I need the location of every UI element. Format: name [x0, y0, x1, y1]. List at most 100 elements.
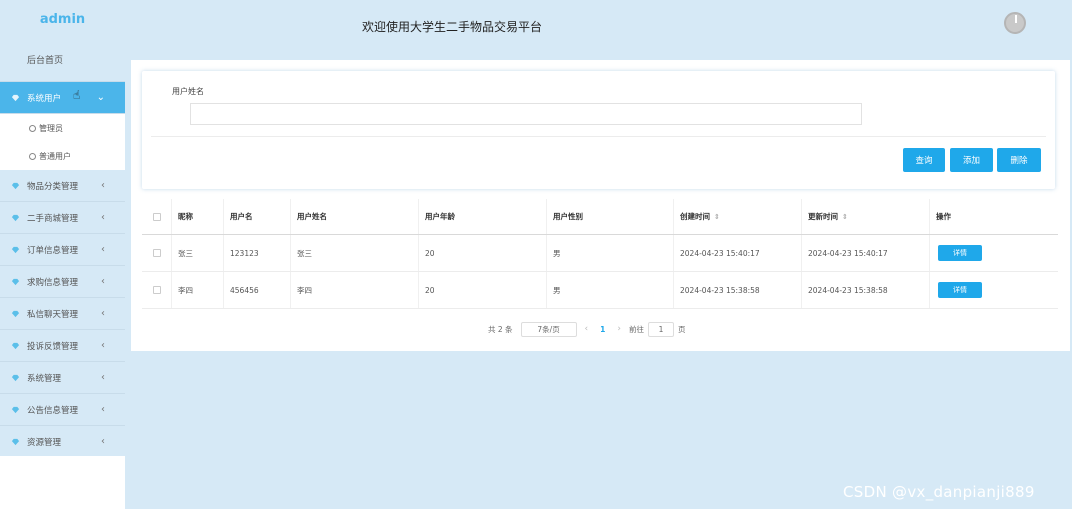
select-cell	[142, 272, 172, 308]
header-gender: 用户性别	[547, 199, 674, 234]
sidebar-item-label: 系统用户	[27, 93, 62, 104]
delete-button[interactable]: 删除	[997, 148, 1041, 172]
chevron-left-icon: ‹	[101, 212, 105, 223]
query-button[interactable]: 查询	[903, 148, 945, 172]
pagination: 共 2 条 7条/页 ‹ 1 › 前往 1 页	[488, 321, 685, 337]
cell-action: 详情	[930, 272, 1058, 308]
header-created[interactable]: 创建时间 ⇕	[674, 199, 802, 234]
sidebar-item-mall[interactable]: 二手商城管理 ‹	[0, 202, 125, 234]
chevron-left-icon: ‹	[101, 276, 105, 287]
add-button[interactable]: 添加	[950, 148, 993, 172]
header-age: 用户年龄	[419, 199, 547, 234]
row-checkbox[interactable]	[152, 286, 161, 294]
cell-updated: 2024-04-23 15:40:17	[802, 235, 930, 271]
chevron-left-icon: ‹	[101, 244, 105, 255]
sidebar-item-notice[interactable]: 公告信息管理 ‹	[0, 394, 125, 426]
sort-icon[interactable]: ⇕	[714, 213, 720, 221]
cell-realname: 李四	[291, 272, 419, 308]
sidebar-menu: 系统用户 ⌄ 管理员 普通用户 物品分类管理 ‹ 二手商城管理 ‹ 订单信息管理	[0, 82, 125, 458]
chevron-left-icon: ‹	[101, 340, 105, 351]
header-action: 操作	[936, 212, 951, 221]
submenu-item-normal-user[interactable]: 普通用户	[0, 142, 125, 170]
sort-icon[interactable]: ⇕	[842, 213, 848, 221]
page-title: 欢迎使用大学生二手物品交易平台	[362, 20, 543, 34]
row-checkbox[interactable]	[152, 249, 161, 257]
gem-icon	[11, 182, 20, 189]
chevron-down-icon: ⌄	[96, 92, 105, 103]
pager-goto-label: 前往	[628, 324, 644, 334]
sidebar-item-chat[interactable]: 私信聊天管理 ‹	[0, 298, 125, 330]
avatar[interactable]	[1004, 12, 1026, 34]
sidebar-item-label: 求购信息管理	[27, 277, 79, 288]
cell-realname: 张三	[291, 235, 419, 271]
sidebar-item-label: 资源管理	[27, 437, 62, 448]
sidebar-item-label: 公告信息管理	[27, 405, 79, 416]
search-card: 用户姓名 查询 添加 删除	[142, 71, 1055, 189]
cell-updated: 2024-04-23 15:38:58	[802, 272, 930, 308]
gem-icon	[11, 438, 20, 445]
cell-username: 456456	[224, 272, 291, 308]
pager-page-unit: 页	[677, 324, 686, 334]
sidebar-item-home[interactable]: 后台首页	[0, 38, 125, 82]
pager-total: 共 2 条	[488, 324, 513, 334]
table-row: 张三 123123 张三 20 男 2024-04-23 15:40:17 20…	[142, 235, 1058, 272]
header-nickname: 昵称	[172, 199, 224, 234]
user-table: 昵称 用户名 用户姓名 用户年龄 用户性别 创建时间 ⇕ 更新时间 ⇕ 操作 张三 …	[142, 199, 1058, 309]
page-jump-input[interactable]: 1	[647, 321, 674, 337]
sidebar-item-orders[interactable]: 订单信息管理 ‹	[0, 234, 125, 266]
search-input[interactable]	[190, 103, 862, 125]
select-all-cell	[142, 199, 172, 234]
brand-title: admin	[39, 11, 86, 27]
cell-age: 20	[419, 235, 547, 271]
sidebar-item-system[interactable]: 系统管理 ‹	[0, 362, 125, 394]
clock-icon	[29, 152, 36, 160]
select-cell	[142, 235, 172, 271]
gem-icon	[11, 278, 20, 285]
sidebar-item-wanted[interactable]: 求购信息管理 ‹	[0, 266, 125, 298]
cell-gender: 男	[547, 235, 674, 271]
gem-icon	[11, 246, 20, 253]
header-label: 创建时间	[680, 212, 710, 221]
next-page-icon[interactable]: ›	[617, 324, 621, 334]
gem-icon	[11, 94, 20, 101]
sidebar-item-system-users[interactable]: 系统用户 ⌄	[0, 82, 125, 114]
gem-icon	[11, 406, 20, 413]
cell-action: 详情	[930, 235, 1058, 271]
submenu-item-label: 普通用户	[39, 151, 71, 161]
header-updated[interactable]: 更新时间 ⇕	[802, 199, 930, 234]
cell-created: 2024-04-23 15:38:58	[674, 272, 802, 308]
cell-gender: 男	[547, 272, 674, 308]
sidebar-item-resources[interactable]: 资源管理 ‹	[0, 426, 125, 458]
page-size-select[interactable]: 7条/页	[520, 321, 577, 337]
main-panel: 用户姓名 查询 添加 删除 昵称 用户名 用户姓名 用户年龄 用户性别 创建时间…	[131, 60, 1070, 351]
sidebar-item-label: 物品分类管理	[27, 181, 79, 192]
cell-created: 2024-04-23 15:40:17	[674, 235, 802, 271]
cell-age: 20	[419, 272, 547, 308]
sidebar-item-label: 私信聊天管理	[27, 309, 79, 320]
sidebar-item-category[interactable]: 物品分类管理 ‹	[0, 170, 125, 202]
search-label: 用户姓名	[172, 87, 204, 96]
chevron-left-icon: ‹	[101, 436, 105, 447]
detail-button[interactable]: 详情	[938, 282, 982, 298]
gem-icon	[11, 374, 20, 381]
clock-icon	[29, 124, 36, 132]
divider	[151, 136, 1046, 137]
sidebar-item-label: 二手商城管理	[27, 213, 79, 224]
header-realname: 用户姓名	[291, 199, 419, 234]
gem-icon	[11, 310, 20, 317]
header-username: 用户名	[224, 199, 291, 234]
detail-button[interactable]: 详情	[938, 245, 982, 261]
submenu-item-admin[interactable]: 管理员	[0, 114, 125, 142]
prev-page-icon[interactable]: ‹	[585, 324, 589, 334]
select-all-checkbox[interactable]	[152, 212, 161, 221]
gem-icon	[11, 214, 20, 221]
chevron-left-icon: ‹	[101, 180, 105, 191]
chevron-left-icon: ‹	[101, 404, 105, 415]
cell-username: 123123	[224, 235, 291, 271]
sidebar-item-label: 订单信息管理	[27, 245, 79, 256]
submenu-system-users: 管理员 普通用户	[0, 114, 125, 170]
sidebar-item-feedback[interactable]: 投诉反馈管理 ‹	[0, 330, 125, 362]
page-number-current[interactable]: 1	[600, 325, 605, 334]
sidebar-item-label: 投诉反馈管理	[27, 341, 79, 352]
sidebar-footer	[0, 456, 125, 509]
